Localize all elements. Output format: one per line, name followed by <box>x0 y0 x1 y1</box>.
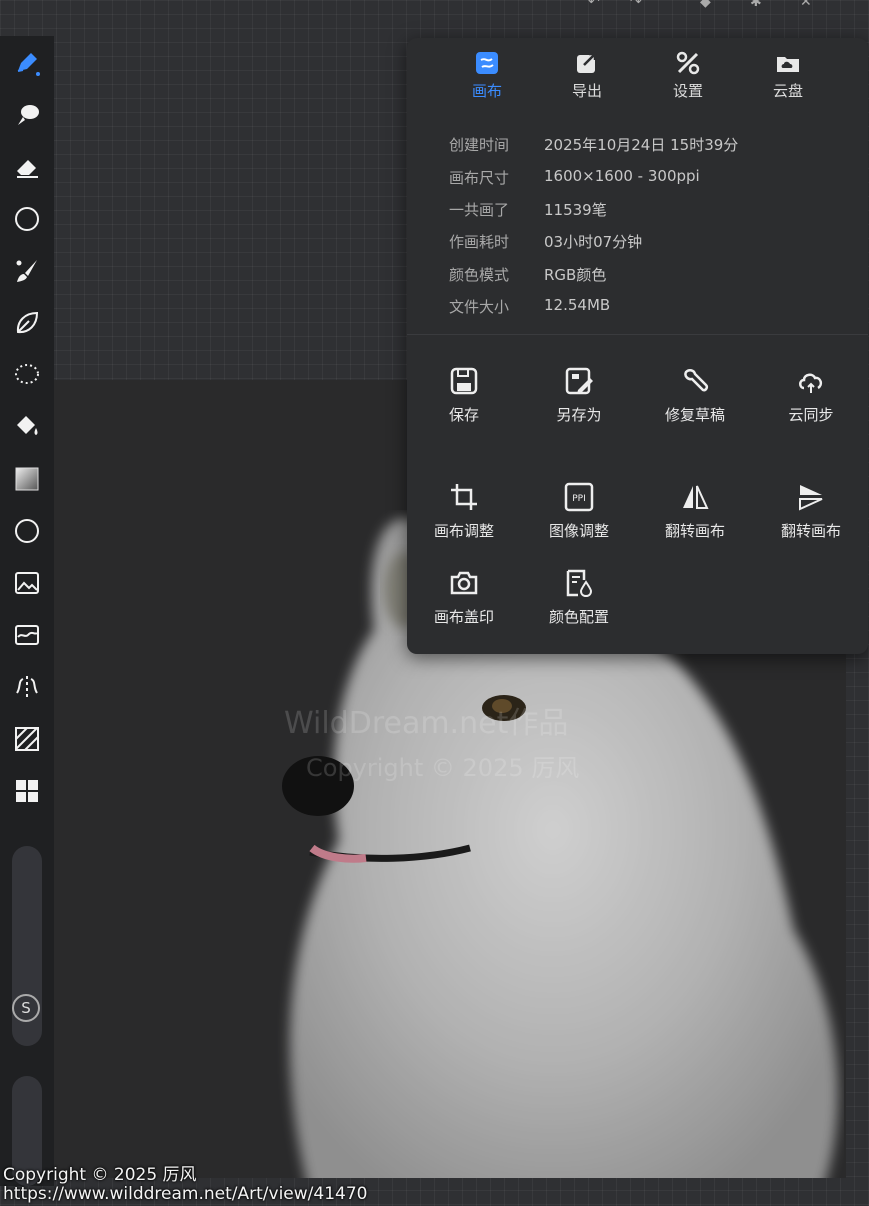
action-label: 翻转画布 <box>664 522 725 540</box>
info-key: 创建时间 <box>449 136 510 154</box>
cloud-sync-icon <box>799 373 823 393</box>
canvas-icon <box>476 52 498 74</box>
info-value: 03小时07分钟 <box>544 233 643 251</box>
tab-label: 导出 <box>571 82 602 100</box>
filter-icon[interactable] <box>10 618 44 652</box>
symmetry-icon[interactable] <box>10 670 44 704</box>
pen-icon[interactable] <box>10 46 44 80</box>
info-key: 文件大小 <box>449 298 510 316</box>
footer-url[interactable]: https://www.wilddream.net/Art/view/41470 <box>3 1184 367 1204</box>
tab-label: 画布 <box>471 82 502 100</box>
info-value: 2025年10月24日 15时39分 <box>544 136 739 154</box>
info-key: 作画耗时 <box>449 233 510 251</box>
flip-canvas-horizontal-button[interactable]: 翻转画布 <box>640 482 750 541</box>
canvas-menu-panel: 画布 导出 设置 云盘 创建时间 2025年10月24日 15时39分 画布尺寸… <box>407 38 868 654</box>
repair-draft-button[interactable]: 修复草稿 <box>640 366 750 425</box>
color-profile-icon <box>566 569 593 598</box>
info-key: 画布尺寸 <box>449 169 510 187</box>
layers-grid-icon[interactable] <box>10 774 44 808</box>
eraser-icon[interactable] <box>10 150 44 184</box>
action-label: 云同步 <box>788 406 834 424</box>
action-label: 另存为 <box>556 406 602 424</box>
leaf-icon[interactable] <box>10 306 44 340</box>
close-icon[interactable]: ✕ <box>800 0 812 10</box>
flip-canvas-vertical-button[interactable]: 翻转画布 <box>756 482 866 541</box>
cloud-sync-button[interactable]: 云同步 <box>756 366 866 425</box>
action-label: 翻转画布 <box>780 522 841 540</box>
info-key: 颜色模式 <box>449 266 510 284</box>
save-icon <box>450 367 478 395</box>
info-value: 1600×1600 - 300ppi <box>544 167 700 185</box>
brush-icon[interactable] <box>10 254 44 288</box>
tab-export[interactable]: 导出 <box>547 50 627 101</box>
save-button[interactable]: 保存 <box>409 366 519 425</box>
info-row: 文件大小 12.54MB <box>449 296 849 326</box>
action-label: 修复草稿 <box>664 406 725 424</box>
svg-text:PPI: PPI <box>572 494 586 504</box>
tab-label: 云盘 <box>772 82 803 100</box>
save-as-button[interactable]: 另存为 <box>524 366 634 425</box>
texture-icon[interactable] <box>10 722 44 756</box>
image-icon[interactable] <box>10 566 44 600</box>
cloud-drive-icon <box>777 57 799 72</box>
info-value: 11539笔 <box>544 201 607 219</box>
left-toolbar: S <box>0 36 54 1186</box>
shape-circle-icon[interactable] <box>10 514 44 548</box>
smudge-icon[interactable] <box>10 98 44 132</box>
canvas-stamp-button[interactable]: 画布盖印 <box>409 568 519 627</box>
gradient-icon[interactable] <box>10 462 44 496</box>
settings-icon <box>676 51 700 75</box>
gear-icon[interactable]: ✱ <box>750 0 762 10</box>
panel-divider <box>407 334 868 335</box>
info-key: 一共画了 <box>449 201 510 219</box>
crop-icon <box>451 484 477 510</box>
info-row: 创建时间 2025年10月24日 15时39分 <box>449 134 849 164</box>
fill-icon[interactable] <box>10 410 44 444</box>
info-row: 作画耗时 03小时07分钟 <box>449 231 849 261</box>
repair-icon <box>684 369 709 392</box>
export-icon <box>577 52 597 73</box>
redo-icon[interactable]: ↷ <box>630 0 642 10</box>
info-value: 12.54MB <box>544 296 611 314</box>
action-label: 图像调整 <box>548 522 609 540</box>
ppi-icon: PPI <box>564 482 594 512</box>
footer-copyright: Copyright © 2025 厉风 <box>3 1165 197 1185</box>
tab-label: 设置 <box>672 82 703 100</box>
undo-icon[interactable]: ↶ <box>588 0 600 10</box>
s-button[interactable]: S <box>12 994 40 1022</box>
tab-canvas[interactable]: 画布 <box>447 50 527 101</box>
flip-vertical-icon <box>799 485 823 511</box>
save-as-icon <box>565 367 593 395</box>
lasso-icon[interactable] <box>10 358 44 392</box>
tab-cloud-drive[interactable]: 云盘 <box>748 50 828 101</box>
layers-icon[interactable]: ◆ <box>700 0 711 10</box>
canvas-watermark: WildDream.net作品 <box>284 706 569 741</box>
image-adjust-button[interactable]: PPI 图像调整 <box>524 482 634 541</box>
top-bar: ↶ ↷ ◆ ✱ ✕ <box>560 0 860 14</box>
info-row: 一共画了 11539笔 <box>449 199 849 229</box>
info-row: 画布尺寸 1600×1600 - 300ppi <box>449 167 849 197</box>
camera-icon <box>450 571 478 595</box>
info-value: RGB颜色 <box>544 266 607 284</box>
info-row: 颜色模式 RGB颜色 <box>449 264 849 294</box>
action-label: 画布调整 <box>433 522 494 540</box>
panel-tabs: 画布 导出 设置 云盘 <box>407 50 868 110</box>
color-profile-button[interactable]: 颜色配置 <box>524 568 634 627</box>
tab-settings[interactable]: 设置 <box>648 50 728 101</box>
canvas-adjust-button[interactable]: 画布调整 <box>409 482 519 541</box>
action-label: 保存 <box>448 406 479 424</box>
action-label: 画布盖印 <box>433 608 494 626</box>
circle-icon[interactable] <box>10 202 44 236</box>
flip-horizontal-icon <box>683 485 709 509</box>
action-label: 颜色配置 <box>548 608 609 626</box>
canvas-watermark-copyright: Copyright © 2025 厉风 <box>306 754 580 782</box>
